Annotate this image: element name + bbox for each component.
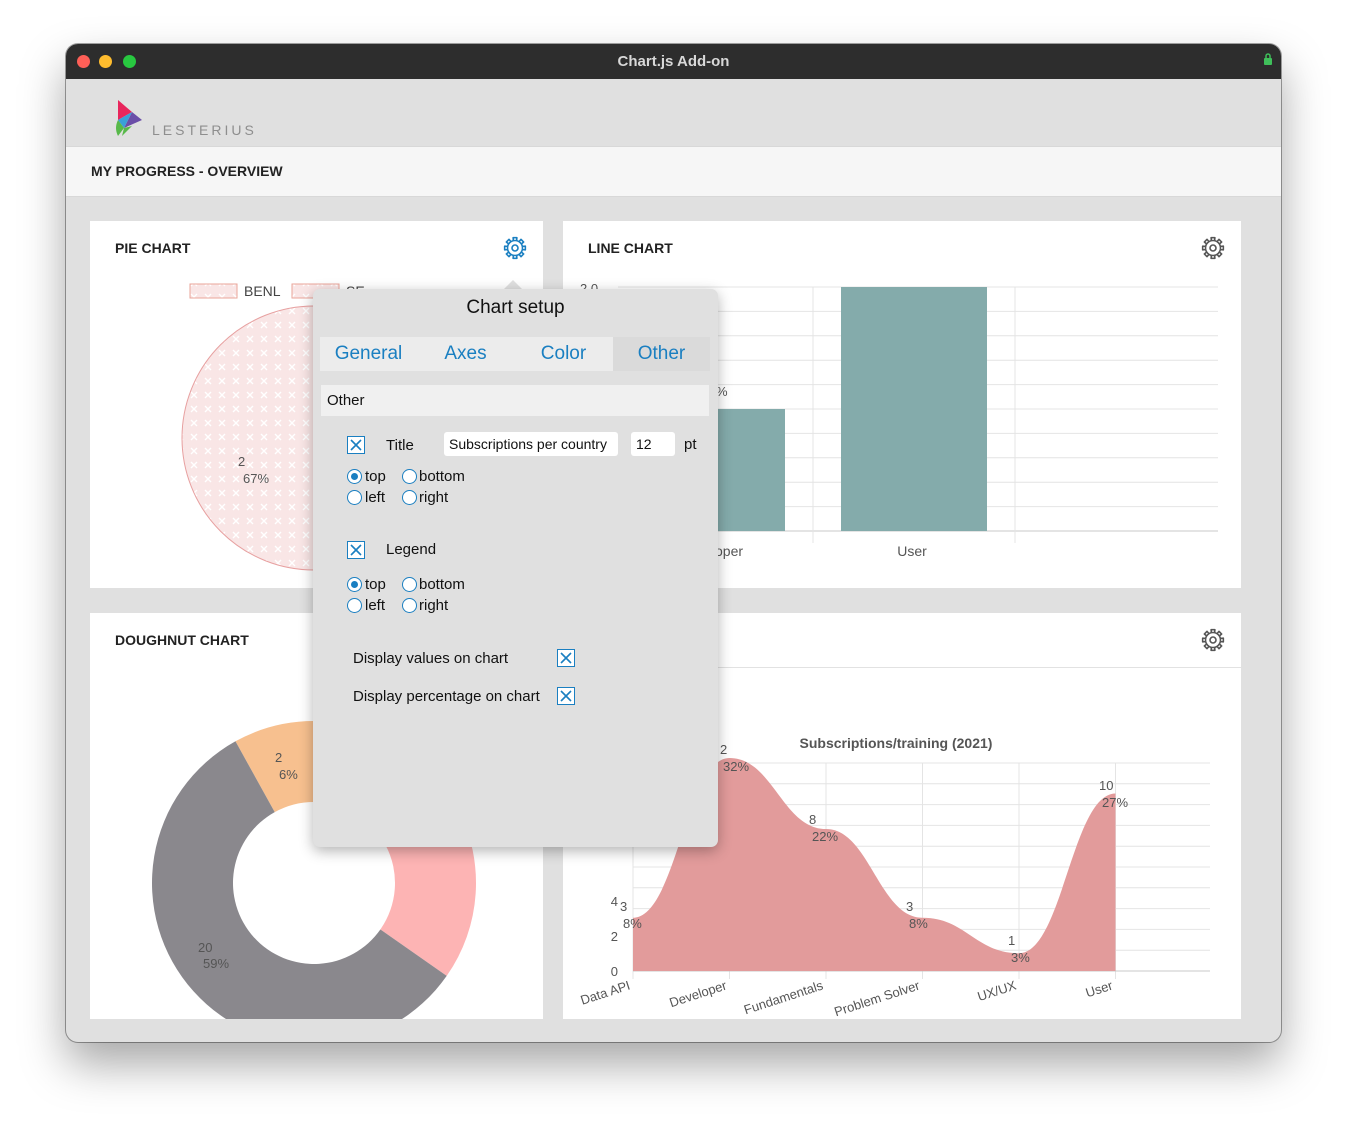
title-position-left-radio[interactable] [347, 490, 362, 505]
area-value-label: 2 [720, 742, 727, 757]
title-position-top-label: top [365, 468, 386, 485]
title-position-bottom-label: bottom [419, 468, 465, 485]
doughnut-percent-label: 6% [279, 767, 298, 782]
tab-other[interactable]: Other [613, 337, 710, 371]
area-x-tick-label: Problem Solver [832, 977, 922, 1019]
display-percentage-label: Display percentage on chart [353, 688, 540, 705]
title-position-right-label: right [419, 489, 449, 506]
legend-label-benl: BENL [244, 283, 281, 299]
lesterius-logo-icon [116, 100, 142, 136]
area-y-tick-label: 4 [611, 894, 618, 909]
legend-label: Legend [386, 541, 437, 558]
page-title: MY PROGRESS - OVERVIEW [91, 163, 283, 179]
area-x-tick-label: UX/UX [976, 977, 1019, 1004]
legend-position-right-label: right [419, 597, 449, 614]
legend-position-top-radio[interactable] [347, 577, 362, 592]
area-y-tick-label: 2 [611, 929, 618, 944]
popover-title: Chart setup [466, 297, 565, 318]
area-percent-label: 3% [1011, 950, 1030, 965]
title-position-bottom-radio[interactable] [402, 469, 417, 484]
section-header: Other [321, 385, 709, 416]
check-x-icon [350, 544, 362, 556]
area-chart-title: Subscriptions/training (2021) [800, 735, 993, 751]
title-label: Title [386, 437, 414, 454]
bar-x-tick-label: User [897, 543, 927, 559]
check-x-icon [560, 690, 572, 702]
area-percent-label: 22% [812, 829, 838, 844]
legend-checkbox[interactable] [347, 541, 365, 559]
legend-position-left-label: left [365, 597, 386, 614]
window-title: Chart.js Add-on [617, 53, 730, 70]
title-position-right-radio[interactable] [402, 490, 417, 505]
legend-position-bottom-radio[interactable] [402, 577, 417, 592]
area-x-tick-label: Data API [578, 978, 631, 1008]
title-position-left-label: left [365, 489, 386, 506]
pie-percent-label: 67% [243, 471, 269, 486]
tab-general[interactable]: General [320, 337, 417, 371]
area-value-label: 10 [1099, 778, 1113, 793]
tab-bar: General Axes Color Other [320, 337, 710, 371]
chart-setup-popover: Chart setup General Axes Color Other Oth… [313, 289, 718, 847]
area-percent-label: 27% [1102, 795, 1128, 810]
display-percentage-checkbox[interactable] [557, 687, 575, 705]
area-x-tick-label: Fundamentals [742, 977, 825, 1017]
area-percent-label: 8% [909, 916, 928, 931]
title-size-unit: pt [684, 436, 697, 453]
lock-icon [1264, 53, 1272, 65]
area-value-label: 1 [1008, 933, 1015, 948]
brand-name: LESTERIUS [152, 122, 257, 138]
legend-position-right-radio[interactable] [402, 598, 417, 613]
area-percent-label: 8% [623, 916, 642, 931]
area-value-label: 8 [809, 812, 816, 827]
area-value-label: 3 [620, 899, 627, 914]
title-checkbox[interactable] [347, 436, 365, 454]
doughnut-value-label: 20 [198, 940, 212, 955]
bar-x-tick-label: oper [715, 543, 743, 559]
legend-position-left-radio[interactable] [347, 598, 362, 613]
legend-swatch-benl [189, 283, 238, 299]
pie-value-label: 2 [238, 454, 245, 469]
display-values-checkbox[interactable] [557, 649, 575, 667]
area-x-tick-label: User [1084, 977, 1115, 1000]
tab-color[interactable]: Color [515, 337, 612, 371]
area-percent-label: 32% [723, 759, 749, 774]
bar-user [841, 287, 987, 531]
tab-axes[interactable]: Axes [417, 337, 514, 371]
legend-position-top-label: top [365, 576, 386, 593]
doughnut-percent-label: 59% [203, 956, 229, 971]
area-value-label: 3 [906, 899, 913, 914]
display-values-label: Display values on chart [353, 650, 509, 667]
title-text-input[interactable]: Subscriptions per country [444, 432, 618, 456]
legend-position-bottom-label: bottom [419, 576, 465, 593]
title-position-top-radio[interactable] [347, 469, 362, 484]
title-bar: Chart.js Add-on [66, 44, 1281, 79]
area-x-tick-label: Developer [667, 977, 729, 1010]
title-size-input[interactable]: 12 [631, 432, 675, 456]
area-y-tick-label: 0 [611, 964, 618, 979]
doughnut-value-label: 2 [275, 750, 282, 765]
check-x-icon [350, 439, 362, 451]
check-x-icon [560, 652, 572, 664]
bar-oper [713, 409, 785, 531]
